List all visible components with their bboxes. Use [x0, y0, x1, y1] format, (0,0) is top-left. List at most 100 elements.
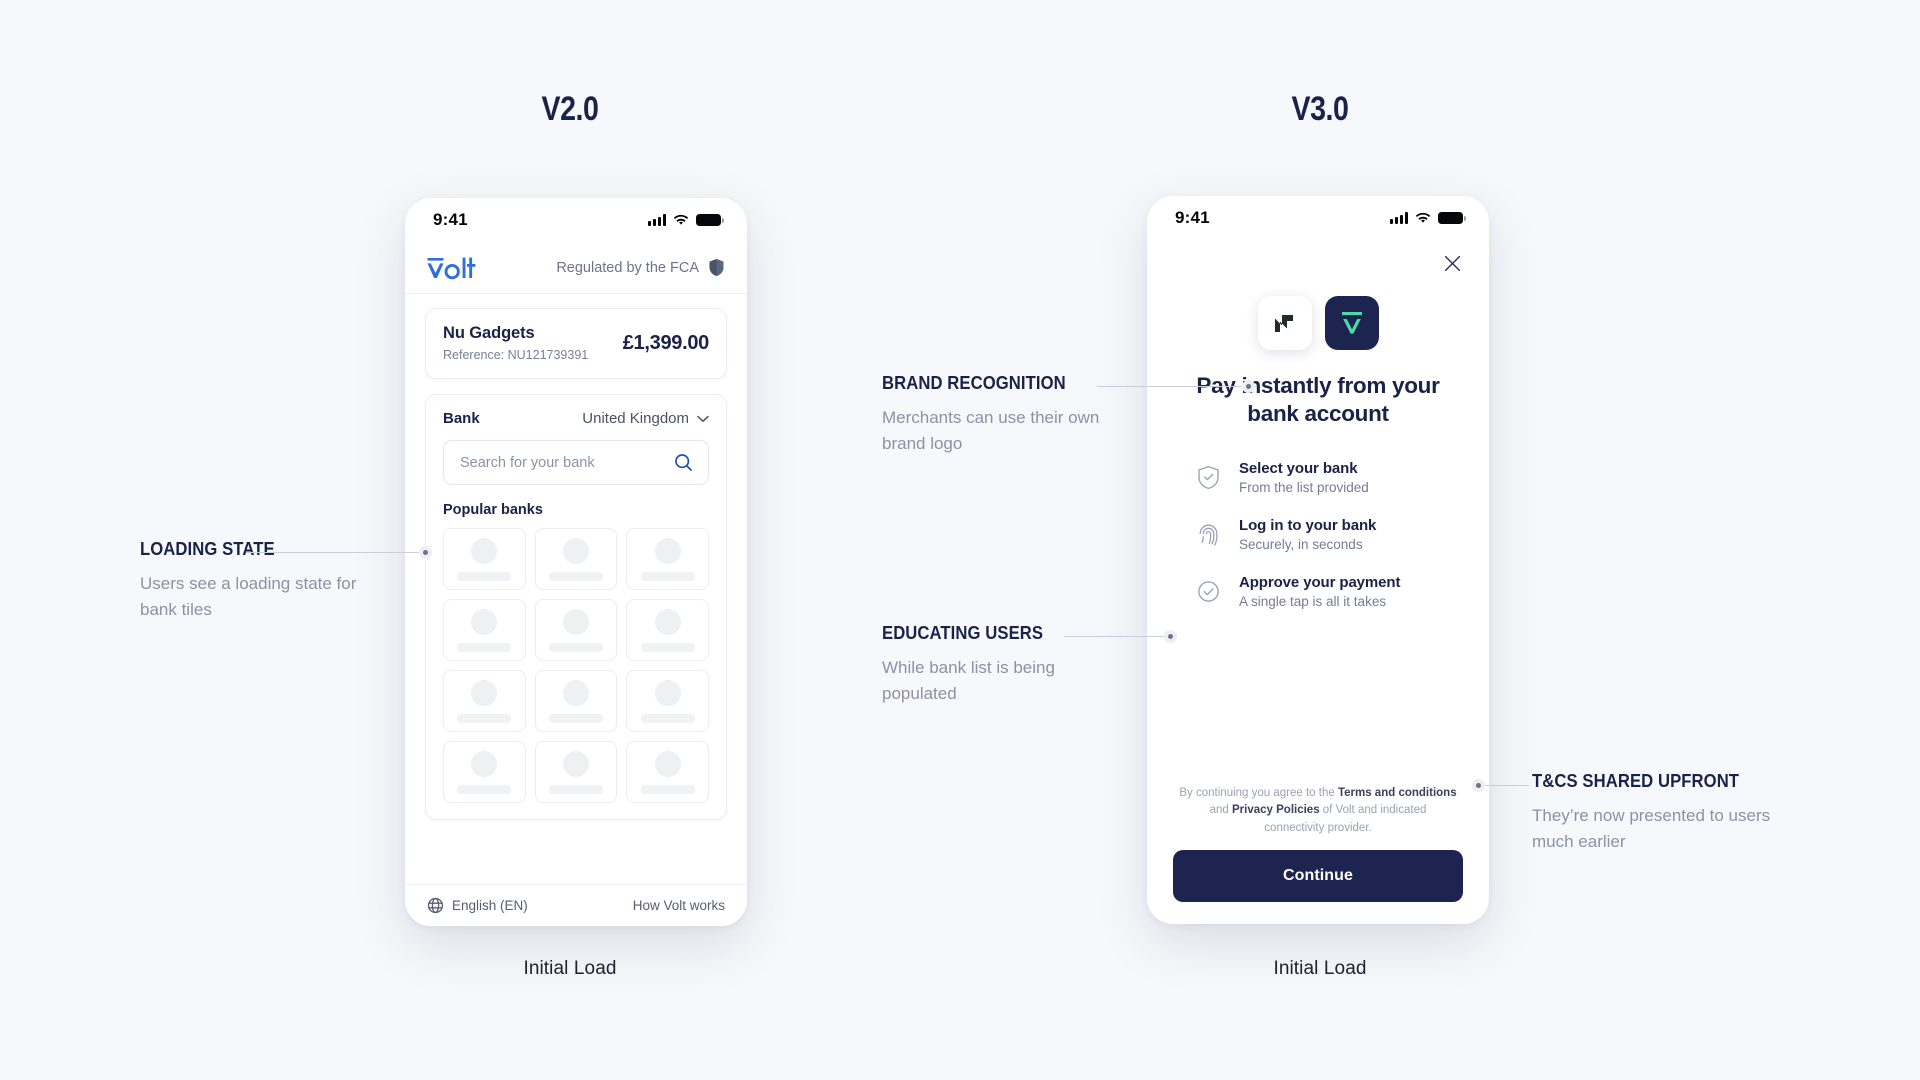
- skeleton-label: [457, 571, 512, 581]
- annotation-body: While bank list is being populated: [882, 658, 1055, 703]
- continue-button[interactable]: Continue: [1173, 850, 1463, 902]
- close-button[interactable]: [1441, 252, 1463, 274]
- bank-selection-card: Bank United Kingdom Search for your bank: [425, 394, 727, 820]
- skeleton-avatar: [562, 679, 589, 706]
- step-subtitle: Securely, in seconds: [1239, 536, 1363, 552]
- bank-label: Bank: [443, 410, 480, 427]
- skeleton-label: [548, 642, 603, 652]
- skeleton-label: [640, 571, 695, 581]
- regulator-badge: Regulated by the FCA: [556, 258, 725, 277]
- battery-icon: [1438, 211, 1466, 225]
- signal-bars-icon: [1390, 212, 1408, 225]
- fingerprint-icon: [1195, 522, 1222, 547]
- globe-icon: [427, 897, 444, 914]
- terms-part2: and: [1209, 804, 1232, 817]
- skeleton-label: [548, 784, 603, 794]
- status-bar-v3: 9:41: [1147, 196, 1489, 240]
- bank-tile-skeleton: [626, 528, 709, 590]
- bank-tile-skeleton: [443, 528, 526, 590]
- skeleton-avatar: [562, 750, 589, 777]
- skeleton-label: [548, 571, 603, 581]
- bank-tile-skeleton: [626, 670, 709, 732]
- steps-list: Select your bank From the list provided: [1173, 460, 1463, 609]
- skeleton-avatar: [471, 679, 498, 706]
- volt-header: Regulated by the FCA: [405, 242, 747, 294]
- terms-text: By continuing you agree to the Terms and…: [1173, 785, 1463, 850]
- bank-tile-skeleton: [534, 670, 618, 732]
- leader-line-loading: [246, 552, 424, 553]
- bank-tile-skeleton: [626, 599, 709, 661]
- status-time: 9:41: [1175, 208, 1210, 227]
- how-volt-works-link[interactable]: How Volt works: [633, 898, 725, 913]
- skeleton-avatar: [654, 537, 681, 564]
- step-subtitle: From the list provided: [1239, 479, 1369, 495]
- wifi-icon: [673, 215, 689, 225]
- bank-tile-skeleton: [534, 741, 618, 803]
- step-approve-payment: Approve your payment A single tap is all…: [1195, 574, 1463, 609]
- skeleton-label: [640, 784, 695, 794]
- volt-logo: [427, 257, 476, 279]
- v2-footer: English (EN) How Volt works: [405, 884, 747, 926]
- annotation-brand-recognition: BRAND RECOGNITION Merchants can use thei…: [882, 372, 1132, 456]
- check-circle-icon: [1195, 580, 1222, 603]
- leader-line-educate: [1064, 636, 1177, 637]
- skeleton-avatar: [471, 537, 498, 564]
- skeleton-avatar: [471, 750, 498, 777]
- bank-tile-skeleton: [534, 599, 618, 661]
- annotation-loading-state: LOADING STATE Users see a loading state …: [140, 538, 390, 622]
- annotation-dot-loading: [419, 546, 432, 559]
- caption-right: Initial Load: [1273, 958, 1367, 979]
- search-placeholder: Search for your bank: [460, 454, 595, 471]
- volt-v-icon: [1341, 312, 1362, 334]
- volt-logo-mark: [1324, 296, 1379, 350]
- bank-tile-skeleton: [626, 741, 709, 803]
- annotation-body: Merchants can use their own brand logo: [882, 408, 1100, 453]
- skeleton-avatar: [654, 608, 681, 635]
- annotation-title: EDUCATING USERS: [882, 622, 1044, 643]
- annotation-dot-tcs: [1472, 779, 1485, 792]
- step-log-in: Log in to your bank Securely, in seconds: [1195, 517, 1463, 552]
- search-input[interactable]: Search for your bank: [443, 440, 709, 485]
- country-selector[interactable]: United Kingdom: [582, 410, 709, 427]
- skeleton-avatar: [654, 750, 681, 777]
- step-title: Log in to your bank: [1239, 516, 1377, 534]
- country-value: United Kingdom: [582, 410, 689, 427]
- skeleton-label: [457, 642, 512, 652]
- page-title: Pay instantly from your bank account: [1196, 373, 1440, 426]
- version-title-right: V3.0: [1291, 90, 1349, 128]
- v2-content: Nu Gadgets Reference: NU121739391 £1,399…: [405, 294, 747, 884]
- annotation-educating-users: EDUCATING USERS While bank list is being…: [882, 622, 1102, 706]
- v3-content: Pay instantly from your bank account Sel…: [1147, 240, 1489, 924]
- leader-line-tcs: [1485, 785, 1529, 786]
- wifi-icon: [1415, 213, 1431, 223]
- skeleton-label: [457, 784, 512, 794]
- chevron-down-icon: [697, 415, 709, 422]
- annotation-title: LOADING STATE: [140, 538, 275, 559]
- annotation-dot-brand: [1242, 380, 1255, 393]
- nu-gadgets-logo: [1257, 296, 1312, 350]
- bank-tile-skeleton: [443, 670, 526, 732]
- skeleton-label: [457, 713, 512, 723]
- skeleton-label: [548, 713, 603, 723]
- bank-tile-skeleton: [443, 599, 526, 661]
- status-time: 9:41: [433, 210, 468, 229]
- step-title: Select your bank: [1239, 459, 1358, 477]
- status-bar-v2: 9:41: [405, 198, 747, 242]
- step-subtitle: A single tap is all it takes: [1239, 593, 1387, 609]
- step-select-bank: Select your bank From the list provided: [1195, 460, 1463, 495]
- bank-tile-skeleton: [443, 741, 526, 803]
- skeleton-avatar: [654, 679, 681, 706]
- caption-left: Initial Load: [523, 958, 617, 979]
- annotation-title: BRAND RECOGNITION: [882, 372, 1066, 393]
- skeleton-avatar: [562, 537, 589, 564]
- annotation-dot-educate: [1164, 630, 1177, 643]
- terms-and-conditions-link[interactable]: Terms and conditions: [1338, 787, 1457, 799]
- search-icon[interactable]: [674, 453, 693, 472]
- terms-part1: By continuing you agree to the: [1179, 786, 1338, 799]
- privacy-policies-link[interactable]: Privacy Policies: [1232, 804, 1320, 816]
- language-selector[interactable]: English (EN): [427, 897, 528, 914]
- skeleton-avatar: [471, 608, 498, 635]
- leader-line-brand: [1097, 386, 1256, 387]
- annotation-title: T&CS SHARED UPFRONT: [1532, 770, 1740, 791]
- regulator-text: Regulated by the FCA: [556, 259, 699, 276]
